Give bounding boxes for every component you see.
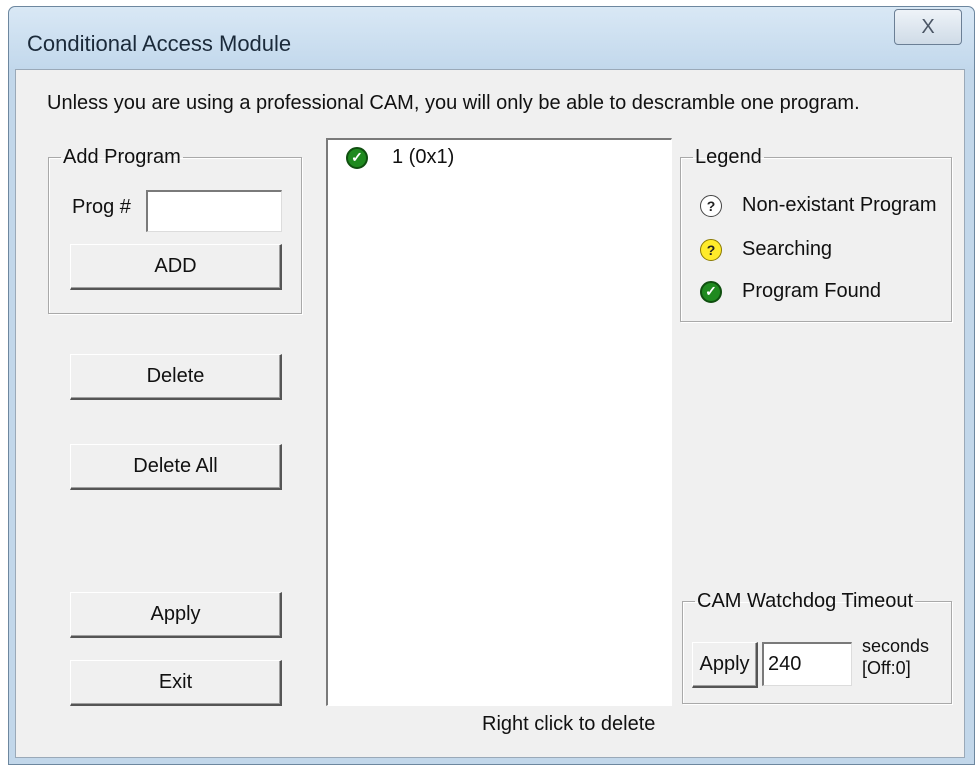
legend-item-non-existant: ? Non-existant Program	[700, 194, 937, 217]
info-text: Unless you are using a professional CAM,…	[47, 92, 860, 114]
watchdog-timeout-input[interactable]	[762, 642, 852, 686]
dialog-window: Conditional Access Module X Unless you a…	[8, 6, 975, 765]
prog-number-label: Prog #	[72, 196, 131, 218]
close-button[interactable]: X	[894, 9, 962, 45]
question-circle-icon: ?	[700, 194, 722, 217]
add-program-legend: Add Program	[63, 146, 181, 168]
watchdog-apply-label: Apply	[699, 653, 750, 675]
exit-button-label: Exit	[158, 671, 193, 693]
apply-button[interactable]: Apply	[70, 592, 282, 638]
yellow-question-icon: ?	[700, 238, 722, 261]
exit-button[interactable]: Exit	[70, 660, 282, 706]
watchdog-group-label: CAM Watchdog Timeout	[697, 590, 914, 612]
legend-item-searching: ? Searching	[700, 238, 832, 261]
title-bar[interactable]: Conditional Access Module X	[9, 7, 974, 69]
dialog-client: Unless you are using a professional CAM,…	[15, 69, 965, 758]
delete-all-button[interactable]: Delete All	[70, 444, 282, 490]
delete-button[interactable]: Delete	[70, 354, 282, 400]
legend-item-label: Searching	[742, 238, 833, 260]
green-check-icon: ✓	[346, 146, 368, 169]
list-item[interactable]: ✓ 1 (0x1)	[346, 146, 454, 169]
off-hint-label: [Off:0]	[862, 658, 911, 678]
window-title: Conditional Access Module	[27, 31, 292, 56]
delete-button-label: Delete	[146, 365, 205, 387]
add-button[interactable]: ADD	[70, 244, 282, 290]
legend-item-label: Program Found	[742, 280, 881, 302]
add-button-label: ADD	[154, 255, 197, 277]
delete-all-button-label: Delete All	[133, 455, 218, 477]
prog-number-input[interactable]	[146, 190, 282, 232]
right-click-hint: Right click to delete	[482, 713, 656, 735]
legend-item-label: Non-existant Program	[742, 194, 937, 216]
legend-item-found: ✓ Program Found	[700, 280, 881, 303]
list-item-label: 1 (0x1)	[392, 146, 455, 168]
watchdog-apply-button[interactable]: Apply	[692, 642, 758, 688]
close-icon: X	[921, 15, 935, 38]
program-list[interactable]: ✓ 1 (0x1)	[326, 138, 672, 706]
green-check-icon: ✓	[700, 280, 722, 303]
legend-group-label: Legend	[695, 146, 762, 168]
seconds-label: seconds	[862, 636, 930, 656]
apply-button-label: Apply	[150, 603, 201, 625]
